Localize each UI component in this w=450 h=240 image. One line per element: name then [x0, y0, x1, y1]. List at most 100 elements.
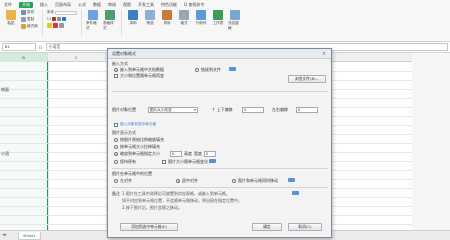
menu-special[interactable]: 特色功能: [161, 2, 177, 8]
size-badge-icon: [209, 159, 216, 163]
paste-label: 粘贴: [7, 21, 15, 25]
format-icon: [178, 10, 189, 20]
font-color-icon[interactable]: [52, 23, 58, 28]
fx-icon[interactable]: fx: [39, 45, 43, 50]
freeze-label: 冻结窗格: [227, 21, 239, 30]
font-color-row: [46, 23, 77, 28]
move-with-cell-radio[interactable]: [232, 179, 236, 183]
menu-bar: 文件 开始 插入 页面布局 公式 数据 审阅 视图 开发工具 特色功能 Q 查找…: [0, 0, 450, 9]
height-input[interactable]: 0: [170, 151, 182, 157]
menu-data[interactable]: 数据: [93, 2, 101, 8]
underline-icon: [62, 17, 67, 21]
font-size-select[interactable]: 11: [47, 17, 77, 21]
font-family-value: 宋体: [46, 10, 54, 14]
conditional-format-label: 条件格式: [85, 21, 97, 30]
menu-page-layout[interactable]: 页面布局: [55, 2, 71, 8]
table-style-icon: [104, 10, 115, 20]
worksheet-icon: [212, 10, 223, 20]
note-line-3: 2.按下图片后，图片会随之移动。: [122, 205, 182, 210]
position-select[interactable]: 图片大小改变: [148, 107, 198, 113]
size-follow-cell-checkbox[interactable]: [162, 160, 166, 164]
brush-icon: [21, 24, 26, 29]
row-column-button[interactable]: 行和列: [194, 10, 208, 40]
table-style-label: 表格样式: [102, 21, 114, 30]
size-original-label: 按图片原始比例缩放填充: [120, 137, 164, 142]
font-group: 宋体 11: [46, 10, 77, 40]
sum-label: 求和: [129, 21, 137, 25]
name-box[interactable]: B1: [2, 43, 36, 51]
horizontal-offset-label: 左右偏移: [272, 107, 288, 112]
fill-color-icon[interactable]: [46, 23, 52, 28]
insert-into-cell-checkbox[interactable]: [114, 123, 118, 127]
copy-label: 复制: [27, 17, 35, 21]
ribbon-divider: [120, 10, 122, 36]
menu-review[interactable]: 审阅: [108, 2, 116, 8]
cancel-button[interactable]: 取消(C): [288, 223, 322, 231]
menu-home[interactable]: 开始: [19, 1, 33, 8]
format-button[interactable]: 格式: [177, 10, 191, 40]
column-header-c[interactable]: C: [48, 53, 106, 62]
sheet-tab[interactable]: Sheet1: [18, 231, 41, 240]
paste-button[interactable]: 粘贴: [4, 10, 18, 40]
size-stretch-radio[interactable]: [114, 145, 118, 149]
table-style-button[interactable]: 表格样式: [103, 10, 117, 40]
sum-button[interactable]: 求和: [126, 10, 140, 40]
link-badge-icon: [229, 67, 236, 71]
section-align-label: 图片在单元格中的位置: [112, 171, 152, 176]
row-column-icon: [195, 10, 206, 20]
sort-button[interactable]: 排序: [160, 10, 174, 40]
width-input[interactable]: 0: [204, 151, 216, 157]
size-original-radio[interactable]: [114, 138, 118, 142]
link-radio[interactable]: [195, 68, 199, 72]
grid-line: [48, 62, 49, 230]
format-label: 格式: [180, 21, 188, 25]
add-to-selected-cell-button[interactable]: 添加到选中单元格(E): [120, 223, 178, 231]
horizontal-offset-input[interactable]: 0: [296, 107, 318, 113]
menu-developer[interactable]: 开发工具: [138, 2, 154, 8]
paste-icon: [6, 10, 16, 20]
insert-into-cell-hint[interactable]: 插入对象到选中单元格: [120, 122, 156, 127]
align-left-label: 左对齐: [120, 178, 132, 183]
dialog-title: 设置对象格式: [112, 50, 136, 56]
format-object-dialog: 设置对象格式 × 嵌入方式 嵌入到单元格中文档数据 链接到文件 大小和位置随单元…: [107, 48, 332, 238]
align-center-label: 居中对齐: [182, 178, 198, 183]
ribbon-groups: 粘贴 剪切 复制 格式刷 宋体 11 条件格式 表格样式 求和 筛选 排序 格式…: [0, 10, 450, 40]
ribbon: 文件 开始 插入 页面布局 公式 数据 审阅 视图 开发工具 特色功能 Q 查找…: [0, 0, 450, 42]
cell-text[interactable]: 小语: [1, 151, 9, 157]
cut-button[interactable]: 剪切: [21, 10, 38, 15]
cell-text[interactable]: 地面: [1, 87, 9, 93]
menu-insert[interactable]: 插入: [40, 2, 48, 8]
font-family-select[interactable]: 宋体: [47, 10, 77, 15]
size-keep-radio[interactable]: [114, 160, 118, 164]
close-icon[interactable]: ×: [320, 50, 328, 58]
resize-with-cell-checkbox[interactable]: [114, 74, 118, 78]
format-painter-button[interactable]: 格式刷: [21, 24, 38, 29]
sheet-nav-arrows-icon[interactable]: ◂▸: [2, 232, 7, 238]
row-column-label: 行和列: [195, 21, 207, 25]
freeze-panes-button[interactable]: 冻结窗格: [228, 10, 242, 40]
menu-view[interactable]: 视图: [123, 2, 131, 8]
sigma-icon: [127, 10, 138, 20]
menu-file[interactable]: 文件: [4, 2, 12, 8]
column-header-b[interactable]: B: [0, 53, 48, 62]
conditional-format-button[interactable]: 条件格式: [86, 10, 100, 40]
worksheet-button[interactable]: 工作表: [211, 10, 225, 40]
filter-button[interactable]: 筛选: [143, 10, 157, 40]
menu-formulas[interactable]: 公式: [78, 2, 86, 8]
filter-label: 筛选: [146, 21, 154, 25]
dialog-titlebar[interactable]: 设置对象格式 ×: [108, 49, 331, 59]
copy-button[interactable]: 复制: [21, 17, 38, 22]
browse-file-button[interactable]: 浏览文件(B)...: [288, 75, 326, 83]
ok-button[interactable]: 确定: [252, 223, 282, 231]
border-icon[interactable]: [58, 23, 64, 28]
embed-radio[interactable]: [114, 68, 118, 72]
align-center-radio[interactable]: [176, 179, 180, 183]
size-scale-radio[interactable]: [114, 152, 118, 156]
move-with-cell-label: 图片和单元格同时移动: [238, 178, 278, 183]
divider: [112, 91, 328, 92]
vertical-offset-input[interactable]: 0: [242, 107, 264, 113]
menu-search[interactable]: Q 查找命令: [184, 2, 204, 8]
link-radio-label: 链接到文件: [201, 67, 221, 72]
sort-icon: [161, 10, 172, 20]
align-left-radio[interactable]: [114, 179, 118, 183]
